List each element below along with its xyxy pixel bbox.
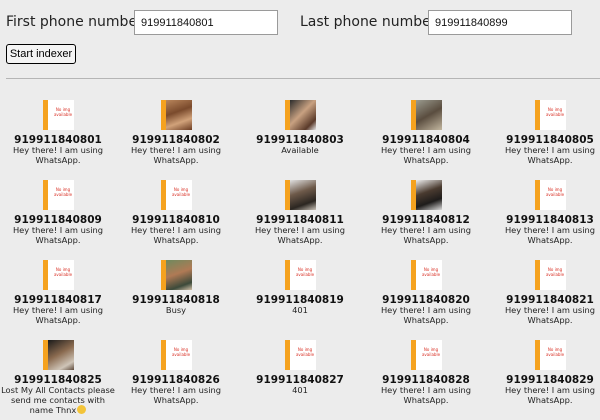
contact-card[interactable]: No img available 919911840821 Hey there!… bbox=[490, 260, 600, 340]
no-image-text: No img available bbox=[53, 107, 73, 117]
no-image-placeholder: No img available bbox=[160, 340, 192, 370]
contacts-grid: No img available 919911840801 Hey there!… bbox=[0, 98, 600, 419]
first-phone-input[interactable] bbox=[134, 10, 278, 35]
no-image-placeholder: No img available bbox=[534, 340, 566, 370]
no-image-placeholder: No img available bbox=[42, 100, 74, 130]
contact-avatar bbox=[160, 100, 192, 130]
contact-card[interactable]: 919911840802 Hey there! I am using Whats… bbox=[116, 100, 236, 180]
first-phone-label: First phone number bbox=[6, 14, 143, 30]
contact-status: Hey there! I am using WhatsApp. bbox=[130, 225, 222, 245]
contact-status-text: Lost My All Contacts please send me cont… bbox=[1, 385, 115, 415]
no-image-placeholder: No img available bbox=[160, 180, 192, 210]
contact-card[interactable]: 919911840812 Hey there! I am using Whats… bbox=[366, 180, 486, 260]
contact-status: Available bbox=[281, 145, 319, 155]
contact-status: Hey there! I am using WhatsApp. bbox=[254, 225, 346, 245]
contact-status: Hey there! I am using WhatsApp. bbox=[504, 145, 596, 165]
no-image-text: No img available bbox=[545, 187, 565, 197]
contact-card[interactable]: No img available 919911840828 Hey there!… bbox=[366, 340, 486, 420]
no-image-text: No img available bbox=[545, 267, 565, 277]
contact-avatar bbox=[42, 340, 74, 370]
last-phone-label: Last phone number bbox=[300, 14, 437, 30]
contact-status: Lost My All Contacts please send me cont… bbox=[0, 385, 118, 416]
contact-status: Hey there! I am using WhatsApp. bbox=[130, 385, 222, 405]
contact-status: Busy bbox=[165, 305, 187, 315]
contact-card[interactable]: No img available 919911840826 Hey there!… bbox=[116, 340, 236, 420]
contact-avatar bbox=[284, 180, 316, 210]
contact-card[interactable]: No img available 919911840809 Hey there!… bbox=[0, 180, 118, 260]
no-image-placeholder: No img available bbox=[534, 100, 566, 130]
no-image-text: No img available bbox=[171, 187, 191, 197]
contact-card[interactable]: 919911840825 Lost My All Contacts please… bbox=[0, 340, 118, 420]
contact-status: Hey there! I am using WhatsApp. bbox=[504, 225, 596, 245]
no-image-text: No img available bbox=[53, 267, 73, 277]
contact-status: Hey there! I am using WhatsApp. bbox=[380, 305, 472, 325]
contact-avatar bbox=[410, 180, 442, 210]
contact-card[interactable]: No img available 919911840813 Hey there!… bbox=[490, 180, 600, 260]
divider bbox=[6, 78, 600, 79]
no-image-text: No img available bbox=[421, 347, 441, 357]
no-image-placeholder: No img available bbox=[410, 340, 442, 370]
contact-card[interactable]: No img available 919911840820 Hey there!… bbox=[366, 260, 486, 340]
contact-card[interactable]: No img available 919911840817 Hey there!… bbox=[0, 260, 118, 340]
no-image-text: No img available bbox=[545, 347, 565, 357]
contact-card[interactable]: No img available 919911840819 401 bbox=[240, 260, 360, 340]
contact-status: 401 bbox=[292, 305, 308, 315]
no-image-text: No img available bbox=[295, 347, 315, 357]
no-image-placeholder: No img available bbox=[534, 260, 566, 290]
contact-card[interactable]: 919911840811 Hey there! I am using Whats… bbox=[240, 180, 360, 260]
contact-card[interactable]: 919911840803 Available bbox=[240, 100, 360, 180]
no-image-placeholder: No img available bbox=[42, 260, 74, 290]
contact-card[interactable]: No img available 919911840827 401 bbox=[240, 340, 360, 420]
no-image-text: No img available bbox=[545, 107, 565, 117]
no-image-placeholder: No img available bbox=[534, 180, 566, 210]
contact-status: Hey there! I am using WhatsApp. bbox=[504, 305, 596, 325]
no-image-placeholder: No img available bbox=[410, 260, 442, 290]
indexer-form: First phone number Last phone number bbox=[0, 0, 600, 44]
contact-status: Hey there! I am using WhatsApp. bbox=[504, 385, 596, 405]
no-image-text: No img available bbox=[53, 187, 73, 197]
no-image-placeholder: No img available bbox=[42, 180, 74, 210]
no-image-text: No img available bbox=[295, 267, 315, 277]
last-phone-input[interactable] bbox=[428, 10, 572, 35]
no-image-text: No img available bbox=[171, 347, 191, 357]
contact-card[interactable]: No img available 919911840801 Hey there!… bbox=[0, 100, 118, 180]
contact-status: 401 bbox=[292, 385, 308, 395]
contact-avatar bbox=[284, 100, 316, 130]
contact-card[interactable]: No img available 919911840810 Hey there!… bbox=[116, 180, 236, 260]
contact-card[interactable]: No img available 919911840829 Hey there!… bbox=[490, 340, 600, 420]
contact-card[interactable]: 919911840818 Busy bbox=[116, 260, 236, 340]
smiley-emoji-icon bbox=[77, 405, 87, 414]
contact-avatar bbox=[160, 260, 192, 290]
contact-status: Hey there! I am using WhatsApp. bbox=[12, 305, 104, 325]
contact-status: Hey there! I am using WhatsApp. bbox=[12, 145, 104, 165]
contact-status: Hey there! I am using WhatsApp. bbox=[380, 385, 472, 405]
no-image-text: No img available bbox=[421, 267, 441, 277]
start-indexer-button[interactable]: Start indexer bbox=[6, 44, 76, 64]
contact-card[interactable]: No img available 919911840805 Hey there!… bbox=[490, 100, 600, 180]
no-image-placeholder: No img available bbox=[284, 260, 316, 290]
contact-status: Hey there! I am using WhatsApp. bbox=[130, 145, 222, 165]
contact-avatar bbox=[410, 100, 442, 130]
contact-status: Hey there! I am using WhatsApp. bbox=[380, 145, 472, 165]
contact-status: Hey there! I am using WhatsApp. bbox=[12, 225, 104, 245]
contact-status: Hey there! I am using WhatsApp. bbox=[380, 225, 472, 245]
contact-card[interactable]: 919911840804 Hey there! I am using Whats… bbox=[366, 100, 486, 180]
no-image-placeholder: No img available bbox=[284, 340, 316, 370]
